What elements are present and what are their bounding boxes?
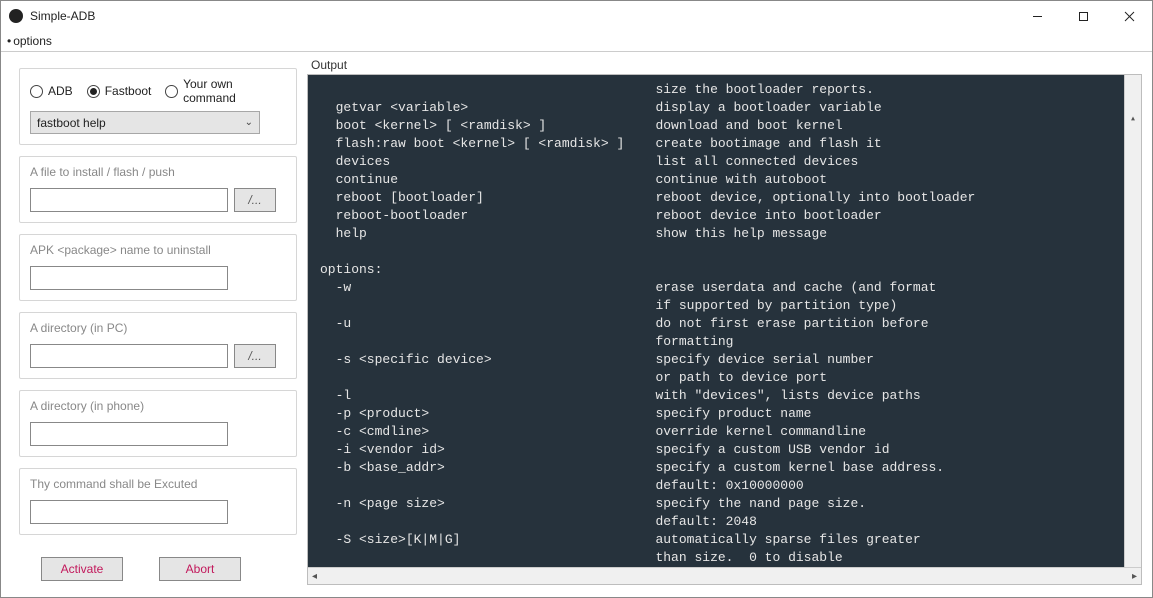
radio-adb[interactable]: ADB <box>30 84 73 98</box>
output-frame: size the bootloader reports. getvar <var… <box>307 74 1142 585</box>
terminal-text: size the bootloader reports. getvar <var… <box>320 82 975 565</box>
app-icon <box>9 9 23 23</box>
chevron-down-icon: ⌄ <box>245 117 253 128</box>
apk-label: APK <package> name to uninstall <box>30 243 286 257</box>
dir-phone-label: A directory (in phone) <box>30 399 286 413</box>
apk-input[interactable] <box>30 266 228 290</box>
radio-fastboot[interactable]: Fastboot <box>87 84 152 98</box>
command-group: Thy command shall be Excuted <box>19 468 297 535</box>
scroll-right-icon[interactable]: ▸ <box>1132 571 1137 582</box>
radio-adb-label: ADB <box>48 84 73 98</box>
right-panel: Output size the bootloader reports. getv… <box>303 58 1152 595</box>
dir-pc-input[interactable] <box>30 344 228 368</box>
menubar: options <box>1 31 1152 51</box>
scroll-up-icon[interactable]: ▴ <box>1125 111 1141 128</box>
radio-fastboot-label: Fastboot <box>105 84 152 98</box>
scroll-left-icon[interactable]: ◂ <box>312 571 317 582</box>
dir-phone-group: A directory (in phone) <box>19 390 297 457</box>
file-browse-button[interactable]: /... <box>234 188 276 212</box>
maximize-button[interactable] <box>1060 1 1106 31</box>
vertical-scrollbar[interactable]: ▴ <box>1124 75 1141 567</box>
radio-icon <box>30 85 43 98</box>
file-input[interactable] <box>30 188 228 212</box>
dir-pc-group: A directory (in PC) /... <box>19 312 297 379</box>
file-group: A file to install / flash / push /... <box>19 156 297 223</box>
command-input[interactable] <box>30 500 228 524</box>
command-label: Thy command shall be Excuted <box>30 477 286 491</box>
radio-own-command[interactable]: Your own command <box>165 77 286 105</box>
minimize-button[interactable] <box>1014 1 1060 31</box>
dir-phone-input[interactable] <box>30 422 228 446</box>
dir-pc-label: A directory (in PC) <box>30 321 286 335</box>
dir-pc-browse-button[interactable]: /... <box>234 344 276 368</box>
left-panel: ADB Fastboot Your own command fastboot h… <box>1 58 303 595</box>
mode-group: ADB Fastboot Your own command fastboot h… <box>19 68 297 145</box>
close-button[interactable] <box>1106 1 1152 31</box>
file-label: A file to install / flash / push <box>30 165 286 179</box>
window-title: Simple-ADB <box>30 9 1014 23</box>
radio-icon <box>165 85 178 98</box>
output-terminal[interactable]: size the bootloader reports. getvar <var… <box>308 75 1141 567</box>
abort-button[interactable]: Abort <box>159 557 241 581</box>
horizontal-scrollbar[interactable]: ◂ ▸ <box>308 567 1141 584</box>
window-controls <box>1014 1 1152 31</box>
apk-group: APK <package> name to uninstall <box>19 234 297 301</box>
command-combo[interactable]: fastboot help ⌄ <box>30 111 260 134</box>
combo-value: fastboot help <box>37 116 106 130</box>
titlebar: Simple-ADB <box>1 1 1152 31</box>
activate-button[interactable]: Activate <box>41 557 123 581</box>
radio-own-label: Your own command <box>183 77 286 105</box>
radio-icon <box>87 85 100 98</box>
output-label: Output <box>311 58 1142 72</box>
menu-options[interactable]: options <box>7 34 52 48</box>
